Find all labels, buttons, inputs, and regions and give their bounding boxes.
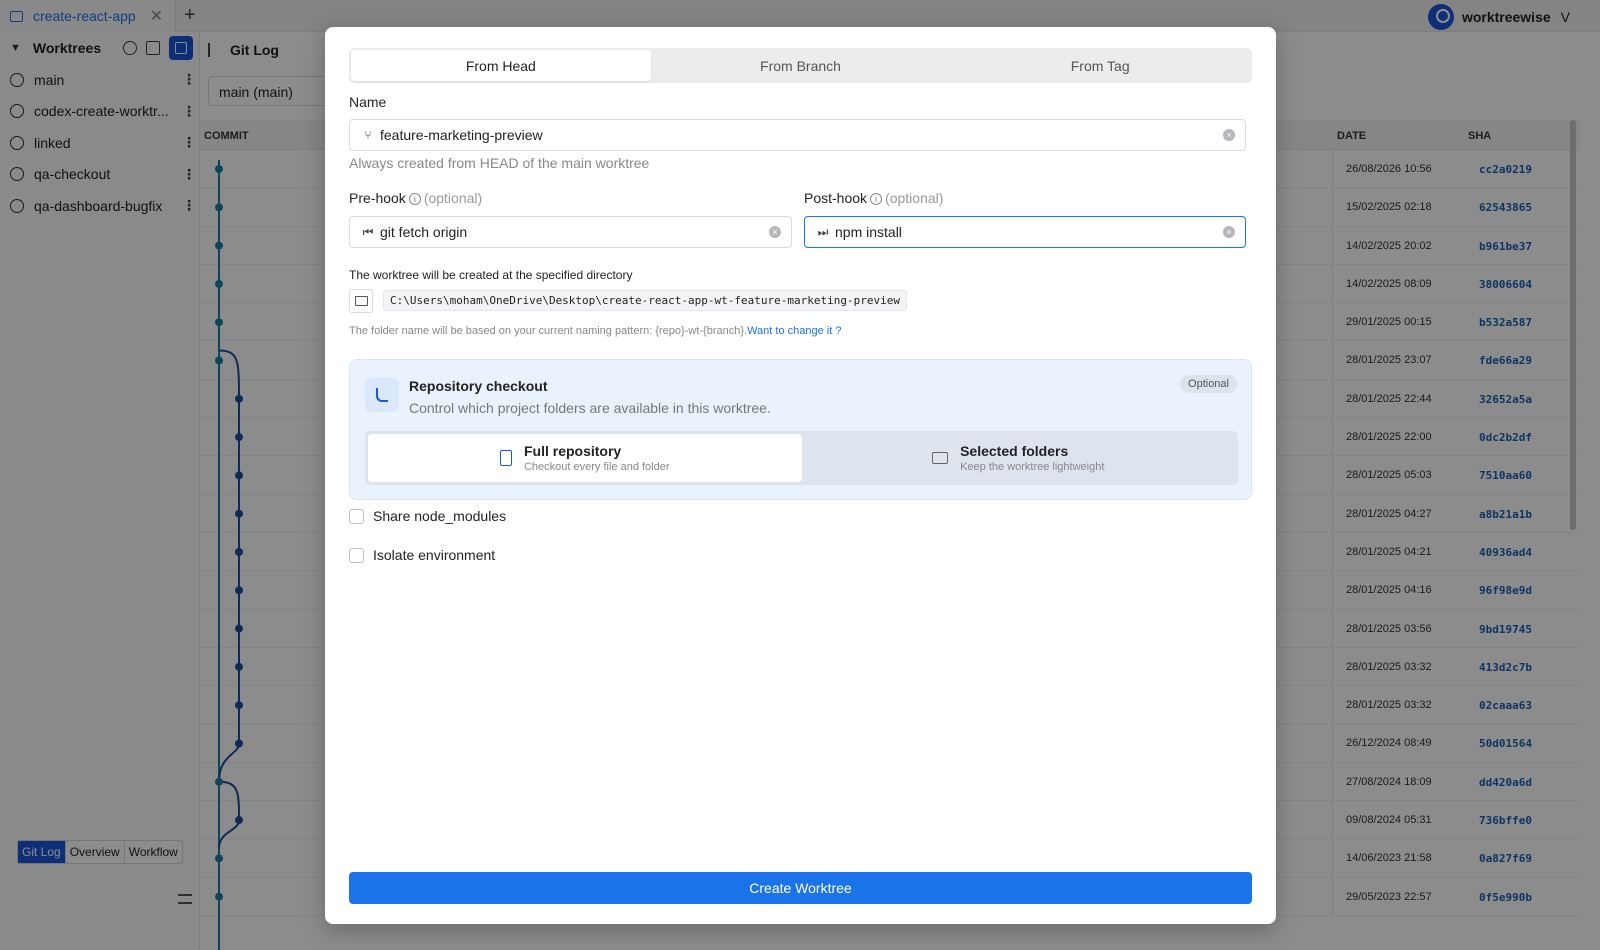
folder-open-icon: [932, 452, 949, 464]
posthook-optional: (optional): [885, 190, 944, 206]
prehook-field[interactable]: ⏮ git fetch origin ×: [349, 216, 792, 248]
prehook-label-text: Pre-hook: [349, 190, 406, 206]
posthook-label-text: Post-hook: [804, 190, 868, 206]
prehook-value: git fetch origin: [380, 224, 468, 240]
skip-back-icon: ⏮: [362, 224, 374, 239]
option-subtitle: Keep the worktree lightweight: [960, 461, 1105, 473]
browse-folder-button[interactable]: [349, 289, 373, 313]
posthook-value: npm install: [835, 224, 902, 240]
name-field[interactable]: ⑂ feature-marketing-preview ×: [349, 119, 1246, 151]
checkout-description: Control which project folders are availa…: [409, 400, 771, 416]
posthook-label: Post-hook i (optional): [804, 190, 943, 206]
repository-checkout-card: Repository checkout Control which projec…: [349, 359, 1252, 500]
prehook-optional: (optional): [423, 190, 483, 206]
naming-pattern-text: The folder name will be based on your cu…: [349, 325, 748, 337]
option-title: Full repository: [523, 443, 622, 459]
checkbox[interactable]: [349, 547, 364, 563]
isolate-environment-checkbox[interactable]: Isolate environment: [349, 547, 495, 563]
name-hint: Always created from HEAD of the main wor…: [349, 155, 650, 171]
checkout-title: Repository checkout: [409, 378, 548, 394]
checkbox-label: Share node_modules: [373, 508, 507, 524]
tab-from-branch[interactable]: From Branch: [651, 50, 951, 81]
clear-icon[interactable]: ×: [769, 226, 781, 238]
optional-badge: Optional: [1180, 375, 1237, 393]
info-icon[interactable]: i: [870, 193, 883, 205]
git-fork-icon: [365, 378, 399, 412]
name-value: feature-marketing-preview: [380, 127, 543, 143]
option-subtitle: Checkout every file and folder: [523, 461, 670, 473]
clear-icon[interactable]: ×: [1223, 226, 1235, 238]
directory-label: The worktree will be created at the spec…: [349, 268, 633, 282]
create-worktree-dialog: From Head From Branch From Tag Name ⑂ fe…: [325, 27, 1276, 924]
prehook-label: Pre-hook i (optional): [349, 190, 482, 206]
file-list-icon: [499, 450, 512, 466]
create-worktree-button[interactable]: Create Worktree: [349, 872, 1252, 904]
posthook-field[interactable]: ⏭ npm install ×: [804, 216, 1246, 248]
info-icon[interactable]: i: [408, 193, 421, 205]
git-branch-icon: ⑂: [364, 128, 372, 142]
checkbox[interactable]: [349, 508, 364, 524]
skip-forward-icon: ⏭: [817, 224, 829, 239]
tab-from-tag[interactable]: From Tag: [950, 50, 1250, 81]
share-node-modules-checkbox[interactable]: Share node_modules: [349, 508, 506, 524]
source-tabs: From Head From Branch From Tag: [349, 48, 1252, 83]
option-title: Selected folders: [960, 443, 1069, 459]
checkbox-label: Isolate environment: [373, 547, 496, 563]
directory-path: C:\Users\moham\OneDrive\Desktop\create-r…: [383, 290, 907, 311]
naming-pattern-note: The folder name will be based on your cu…: [349, 325, 841, 337]
checkout-mode-selector: Full repository Checkout every file and …: [365, 431, 1238, 485]
name-label: Name: [349, 94, 387, 110]
selected-folders-option[interactable]: Selected folders Keep the worktree light…: [802, 434, 1236, 482]
full-repository-option[interactable]: Full repository Checkout every file and …: [368, 434, 802, 482]
folder-icon: [354, 296, 368, 306]
tab-from-head[interactable]: From Head: [351, 50, 651, 81]
clear-icon[interactable]: ×: [1223, 129, 1235, 141]
change-pattern-link[interactable]: Want to change it ?: [747, 325, 841, 337]
